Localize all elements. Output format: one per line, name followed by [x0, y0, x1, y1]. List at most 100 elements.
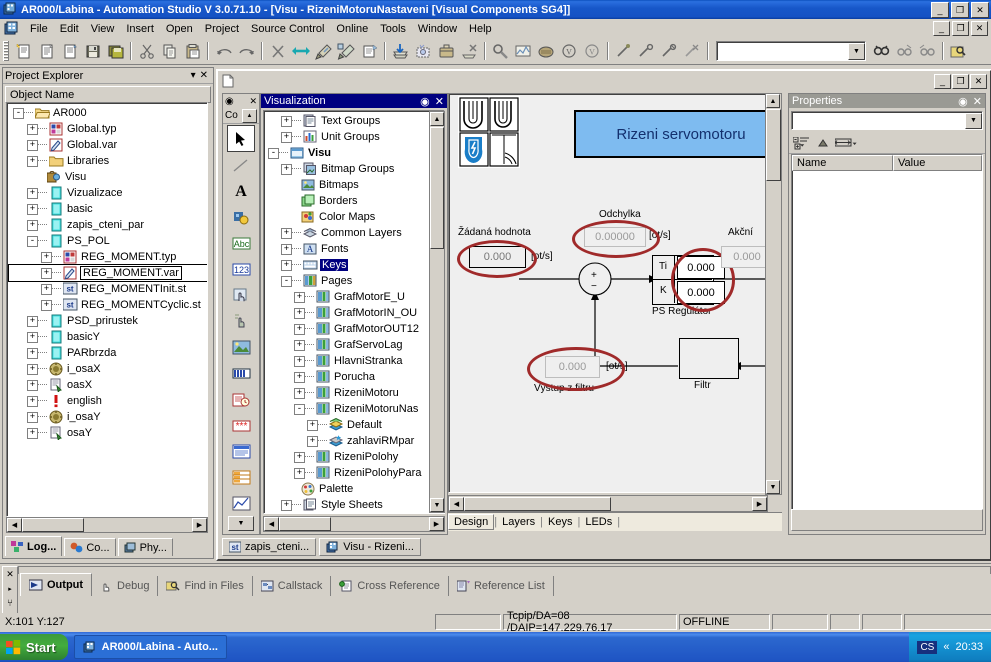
visualization-tree-item[interactable]: - RizeniMotoruNas	[266, 401, 444, 417]
visualization-tree-item[interactable]: + Unit Groups	[266, 129, 444, 145]
expand-icon[interactable]: +	[27, 139, 38, 151]
pointer-tool[interactable]	[227, 125, 255, 152]
step-icon[interactable]	[635, 40, 658, 62]
monitor-off-icon[interactable]: V	[581, 40, 604, 62]
expand-icon[interactable]: +	[281, 243, 292, 255]
vscroll-thumb[interactable]	[430, 127, 444, 249]
visualization-tree-item[interactable]: + A Fonts	[266, 241, 444, 257]
expand-icon[interactable]: +	[27, 123, 38, 135]
visualization-tree-item[interactable]: + Bitmap Groups	[266, 161, 444, 177]
password-tool[interactable]: ***	[228, 413, 254, 438]
datetime-tool[interactable]	[228, 387, 254, 412]
download-changes-icon[interactable]	[412, 40, 435, 62]
expand-icon[interactable]: +	[41, 299, 52, 311]
mdi-child-close-button[interactable]: ✕	[970, 74, 987, 89]
visualization-tree-item[interactable]: + RizeniPolohyPara	[266, 465, 444, 481]
properties-column-value[interactable]: Value	[893, 155, 982, 171]
scroll-down-icon[interactable]: ▼	[766, 480, 780, 494]
restore-button[interactable]: ❐	[951, 2, 969, 18]
scroll-down-icon[interactable]: ▼	[430, 498, 444, 512]
toolbar-grip[interactable]	[3, 41, 9, 61]
menu-item-source-control[interactable]: Source Control	[245, 21, 330, 37]
visualization-tree-item[interactable]: + GrafServoLag	[266, 337, 444, 353]
scroll-right-icon[interactable]: ▶	[192, 518, 207, 532]
close-button[interactable]: ✕	[971, 2, 989, 18]
expand-icon[interactable]: +	[294, 387, 305, 399]
menu-item-help[interactable]: Help	[463, 21, 498, 37]
project-tree-item[interactable]: + PARbrzda	[9, 345, 207, 361]
bitmap-button-tool[interactable]	[228, 205, 254, 230]
output-tab-callstack[interactable]: Callstack	[253, 576, 332, 596]
expand-icon[interactable]: +	[27, 379, 38, 391]
visualization-tree-item[interactable]: + RizeniPolohy	[266, 449, 444, 465]
expand-icon[interactable]: +	[27, 331, 38, 343]
visualization-close-icon[interactable]: ✕	[435, 95, 444, 108]
scroll-right-icon[interactable]: ▶	[429, 517, 444, 531]
output-close-icon[interactable]: ✕	[6, 569, 14, 580]
project-tree-item[interactable]: + PSD_prirustek	[9, 313, 207, 329]
project-install-icon[interactable]	[435, 40, 458, 62]
auto-hide-icon[interactable]: ▾	[191, 70, 196, 81]
hscroll-thumb[interactable]	[22, 518, 84, 532]
expand-icon[interactable]: +	[281, 499, 292, 511]
output-tab-output[interactable]: Output	[20, 573, 93, 596]
redo-icon[interactable]	[235, 40, 258, 62]
touch-area-tool[interactable]	[228, 283, 254, 308]
scroll-right-icon[interactable]: ▶	[752, 496, 767, 511]
visualization-tree-item[interactable]: Borders	[266, 193, 444, 209]
visualization-tree-vscrollbar[interactable]: ▲ ▼	[429, 111, 445, 513]
expand-icon[interactable]: +	[294, 339, 305, 351]
tab-configuration-view[interactable]: Co...	[64, 538, 116, 556]
properties-close-icon[interactable]: ✕	[973, 95, 982, 108]
expand-icon[interactable]: +	[41, 283, 52, 295]
project-tree-item[interactable]: + oasX	[9, 377, 207, 393]
visualization-tree-item[interactable]: + Common Layers	[266, 225, 444, 241]
tray-expand-icon[interactable]: «	[943, 641, 949, 653]
visualization-tree-item[interactable]: Palette	[266, 481, 444, 497]
visualization-tree-item[interactable]: + Porucha	[266, 369, 444, 385]
properties-pin-icon[interactable]: ◉	[958, 95, 968, 108]
text-tool[interactable]: A	[228, 179, 254, 204]
expand-icon[interactable]: +	[27, 219, 38, 231]
categorized-icon[interactable]	[793, 136, 811, 150]
project-tree-item[interactable]: + basicY	[9, 329, 207, 345]
find-prev-icon[interactable]	[916, 40, 939, 62]
expand-icon[interactable]: +	[27, 347, 38, 359]
canvas-hscrollbar[interactable]: ◀ ▶	[448, 495, 768, 512]
expand-icon[interactable]: +	[27, 363, 38, 375]
project-tree-item[interactable]: + i_osaY	[9, 409, 207, 425]
copy-icon[interactable]	[158, 40, 181, 62]
menu-item-edit[interactable]: Edit	[54, 21, 85, 37]
menu-item-view[interactable]: View	[85, 21, 121, 37]
toolbox-scroll-up-icon[interactable]: ▲	[242, 108, 257, 123]
menu-item-window[interactable]: Window	[412, 21, 463, 37]
collapse-icon[interactable]: -	[268, 147, 279, 159]
property-pages-icon[interactable]	[835, 137, 859, 150]
save-as-icon[interactable]	[58, 40, 81, 62]
visualization-tree-hscrollbar[interactable]: ◀ ▶	[263, 516, 445, 532]
trend-tool[interactable]	[228, 491, 254, 514]
expand-icon[interactable]: +	[294, 355, 305, 367]
mdi-minimize-button[interactable]: _	[933, 21, 950, 36]
bargraph-tool[interactable]	[228, 361, 254, 386]
scroll-left-icon[interactable]: ◀	[264, 517, 279, 531]
scroll-up-icon[interactable]: ▲	[430, 112, 444, 126]
expand-icon[interactable]: +	[41, 267, 52, 279]
project-tree-item[interactable]: + Libraries	[9, 153, 207, 169]
monitor-icon[interactable]: V	[558, 40, 581, 62]
undo-icon[interactable]	[212, 40, 235, 62]
line-tool[interactable]	[228, 153, 254, 178]
menu-item-file[interactable]: File	[24, 21, 54, 37]
visualization-pin-icon[interactable]: ◉	[420, 95, 430, 108]
properties-object-selector[interactable]: ▼	[791, 111, 983, 130]
expand-icon[interactable]: +	[281, 227, 292, 239]
toolbox-scroll-down-icon[interactable]: ▼	[228, 516, 254, 531]
table-tool[interactable]	[228, 465, 254, 490]
trace-icon[interactable]	[512, 40, 535, 62]
tab-physical-view[interactable]: Phy...	[117, 538, 173, 556]
properties-column-name[interactable]: Name	[792, 155, 893, 171]
project-tree-item[interactable]: + zapis_cteni_par	[9, 217, 207, 233]
expand-icon[interactable]: +	[281, 259, 292, 271]
expand-icon[interactable]: +	[294, 371, 305, 383]
hotspot-tool[interactable]	[228, 309, 254, 334]
